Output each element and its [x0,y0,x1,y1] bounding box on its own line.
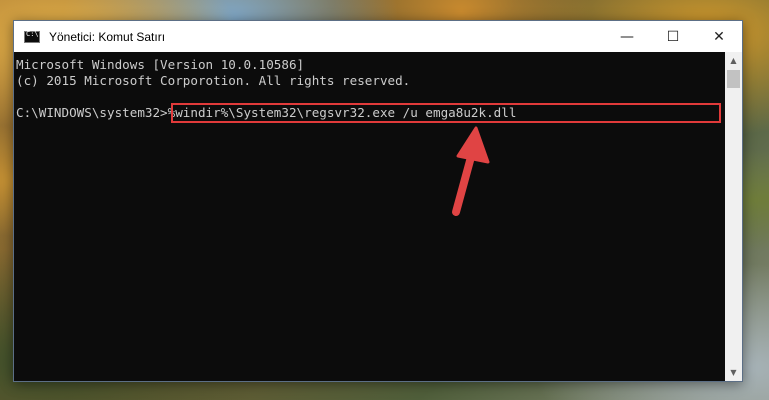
console-output[interactable]: Microsoft Windows [Version 10.0.10586] (… [14,52,725,381]
maximize-button[interactable]: ☐ [650,21,696,52]
scroll-up-button[interactable]: ▲ [725,52,742,69]
cmd-app-icon [24,30,40,43]
window-controls: — ☐ ✕ [604,21,742,52]
scrollbar-thumb[interactable] [727,70,740,88]
scroll-down-button[interactable]: ▼ [725,364,742,381]
close-button[interactable]: ✕ [696,21,742,52]
command-highlight-box [171,103,721,123]
close-icon: ✕ [713,28,725,45]
minimize-button[interactable]: — [604,21,650,52]
vertical-scrollbar[interactable]: ▲ ▼ [725,52,742,381]
window-title: Yönetici: Komut Satırı [49,29,166,44]
minimize-icon: — [620,28,634,45]
chevron-up-icon: ▲ [730,56,737,65]
console-line-version: Microsoft Windows [Version 10.0.10586] [16,57,305,72]
command-prompt-window[interactable]: Yönetici: Komut Satırı — ☐ ✕ Microsoft W… [13,20,743,382]
console-line-copyright: (c) 2015 Microsoft Corporotion. All righ… [16,73,411,88]
chevron-down-icon: ▼ [730,368,737,377]
title-bar[interactable]: Yönetici: Komut Satırı — ☐ ✕ [14,21,742,52]
maximize-icon: ☐ [666,28,680,45]
